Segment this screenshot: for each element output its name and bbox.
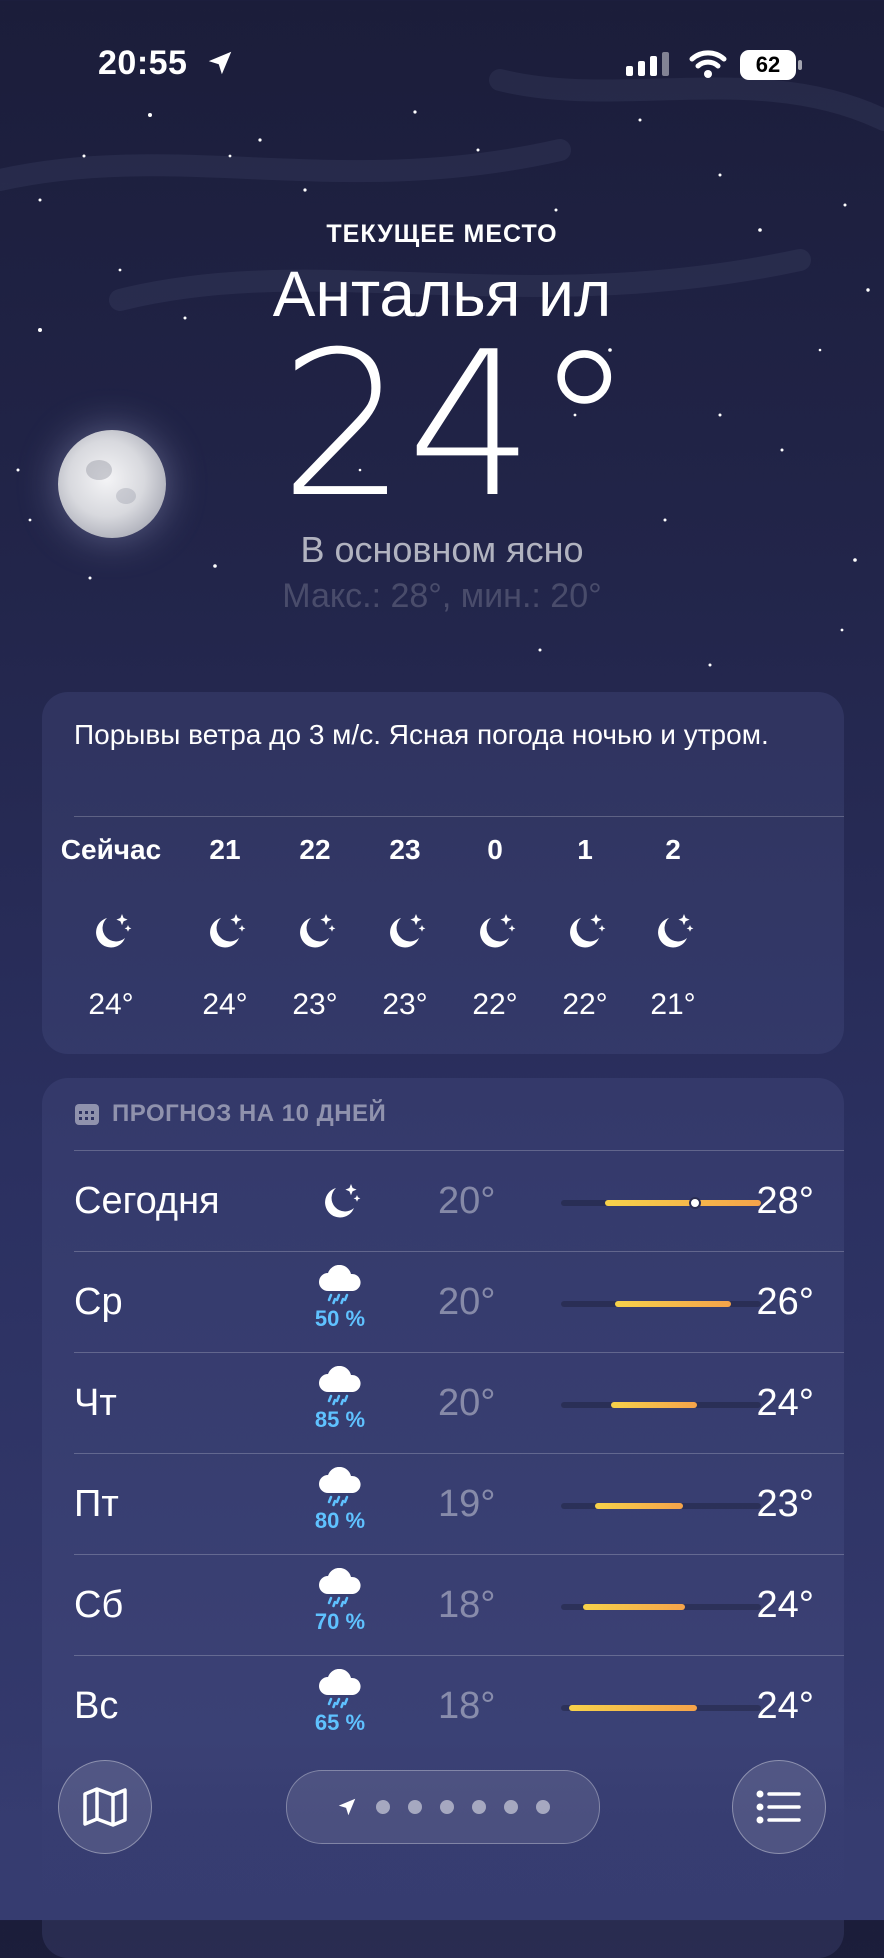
page-dot[interactable]: [376, 1800, 390, 1814]
day-name: Пт: [74, 1483, 119, 1525]
hourly-item: 2 21°: [618, 834, 728, 1022]
hourly-summary: Порывы ветра до 3 м/с. Ясная погода ночь…: [74, 719, 769, 750]
cloud-rain-icon: [300, 1567, 380, 1613]
moon-stars-icon: [618, 910, 728, 954]
wifi-icon: [689, 50, 727, 78]
map-button[interactable]: [58, 1760, 152, 1854]
day-high-temp: 24°: [756, 1584, 814, 1626]
day-weather-icon: 65 %: [300, 1668, 380, 1736]
locations-list-button[interactable]: [732, 1760, 826, 1854]
battery-level: 62: [740, 50, 796, 80]
temp-range-fill: [605, 1200, 761, 1206]
page-dot[interactable]: [408, 1800, 422, 1814]
temp-range-bar: [561, 1402, 761, 1408]
day-divider: [74, 1352, 844, 1353]
bottom-toolbar: [0, 1760, 884, 1870]
day-row[interactable]: Ср 50 % 20° 26°: [74, 1253, 814, 1353]
day-high-temp: 24°: [756, 1685, 814, 1727]
current-place-label: ТЕКУЩЕЕ МЕСТО: [326, 220, 558, 248]
precip-probability: 80 %: [314, 1508, 366, 1533]
hourly-item: Сейчас 24°: [56, 834, 166, 1022]
ten-day-header: ПРОГНОЗ НА 10 ДНЕЙ: [74, 1100, 386, 1128]
temp-range-fill: [595, 1503, 683, 1509]
temp-range-bar: [561, 1705, 761, 1711]
hour-label: 2: [665, 834, 681, 865]
temp-range-bar: [561, 1503, 761, 1509]
day-low-temp: 19°: [438, 1483, 496, 1525]
day-low-temp: 18°: [438, 1685, 496, 1727]
day-weather-icon: 50 %: [300, 1264, 380, 1332]
day-name: Вс: [74, 1685, 119, 1727]
list-icon: [756, 1790, 801, 1824]
status-bar: 20:55 62: [0, 0, 884, 110]
current-temperature: 24°: [279, 309, 635, 542]
day-weather-icon: 80 %: [300, 1466, 380, 1534]
page-dot[interactable]: [440, 1800, 454, 1814]
hour-label: Сейчас: [60, 834, 162, 865]
cellular-signal-icon: [626, 52, 669, 76]
day-high-temp: 28°: [756, 1180, 814, 1222]
day-high-temp: 23°: [756, 1483, 814, 1525]
day-weather-icon: [300, 1180, 380, 1229]
precip-probability: 65 %: [314, 1710, 366, 1735]
day-name: Сегодня: [74, 1180, 220, 1222]
precip-probability: 70 %: [314, 1609, 366, 1634]
page-dot[interactable]: [472, 1800, 486, 1814]
day-low-temp: 20°: [438, 1180, 496, 1222]
temp-range-fill: [583, 1604, 685, 1610]
weather-header: ТЕКУЩЕЕ МЕСТО Анталья ил 24° В основном …: [0, 220, 884, 616]
temp-range-bar: [561, 1197, 761, 1209]
day-row[interactable]: Сегодня 20° 28°: [74, 1152, 814, 1252]
page-dot[interactable]: [504, 1800, 518, 1814]
day-divider: [74, 1554, 844, 1555]
calendar-icon: [75, 1104, 99, 1125]
day-divider: [74, 1251, 844, 1252]
day-row[interactable]: Сб 70 % 18° 24°: [74, 1556, 814, 1656]
precip-probability: 50 %: [314, 1306, 366, 1331]
cloud-rain-icon: [300, 1264, 380, 1310]
hourly-divider: [74, 816, 844, 817]
day-low-temp: 18°: [438, 1584, 496, 1626]
location-arrow-icon: [208, 51, 232, 75]
hour-temperature: 21°: [650, 988, 696, 1021]
page-dot[interactable]: [536, 1800, 550, 1814]
day-row[interactable]: Чт 85 % 20° 24°: [74, 1354, 814, 1454]
page-indicator[interactable]: [286, 1770, 600, 1844]
day-low-temp: 20°: [438, 1382, 496, 1424]
cloud-rain-icon: [300, 1466, 380, 1512]
day-name: Ср: [74, 1281, 123, 1323]
moon-stars-icon: [56, 910, 166, 954]
day-high-temp: 24°: [756, 1382, 814, 1424]
day-divider: [74, 1453, 844, 1454]
day-name: Сб: [74, 1584, 124, 1626]
day-divider: [74, 1150, 844, 1151]
location-arrow-icon: [338, 1798, 356, 1816]
status-time: 20:55: [98, 44, 188, 82]
map-icon: [83, 1787, 127, 1827]
temp-range-fill: [569, 1705, 697, 1711]
weather-condition: В основном ясно: [300, 529, 584, 570]
temp-range-bar: [561, 1604, 761, 1610]
hour-temperature: 24°: [88, 988, 134, 1021]
precip-probability: 85 %: [314, 1407, 366, 1432]
temp-range-fill: [615, 1301, 731, 1307]
day-name: Чт: [74, 1382, 117, 1424]
battery-cap: [798, 60, 802, 70]
day-divider: [74, 1655, 844, 1656]
hourly-forecast-card[interactable]: Порывы ветра до 3 м/с. Ясная погода ночь…: [42, 692, 844, 1054]
ten-day-title: ПРОГНОЗ НА 10 ДНЕЙ: [112, 1100, 387, 1127]
temp-range-fill: [611, 1402, 697, 1408]
day-low-temp: 20°: [438, 1281, 496, 1323]
current-temp-marker: [689, 1197, 701, 1209]
cloud-rain-icon: [300, 1668, 380, 1714]
moon-stars-icon: [300, 1180, 380, 1229]
day-weather-icon: 70 %: [300, 1567, 380, 1635]
day-row[interactable]: Пт 80 % 19° 23°: [74, 1455, 814, 1555]
day-weather-icon: 85 %: [300, 1365, 380, 1433]
cloud-rain-icon: [300, 1365, 380, 1411]
min-max-temperature: Макс.: 28°, мин.: 20°: [282, 577, 602, 615]
temp-range-bar: [561, 1301, 761, 1307]
day-high-temp: 26°: [756, 1281, 814, 1323]
